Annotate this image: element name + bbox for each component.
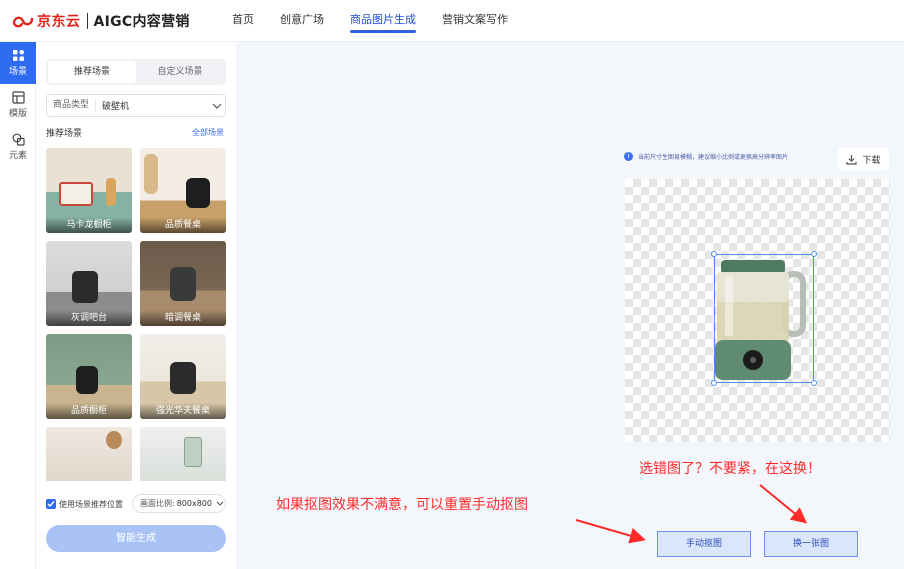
nav-marketing-copy[interactable]: 营销文案写作 (442, 0, 508, 42)
chevron-down-icon (209, 103, 225, 109)
resize-handle[interactable] (711, 380, 717, 386)
rail-label-scene: 场景 (8, 67, 27, 77)
nav-creative-square[interactable]: 创意广场 (280, 0, 324, 42)
appliance-shape (170, 267, 196, 301)
scene-tile[interactable]: 灰调吧台 (46, 241, 132, 326)
arrow-to-replace-image (759, 484, 808, 524)
left-rail: 场景 模版 元素 (0, 42, 36, 569)
arrow-to-manual-cutout (575, 519, 646, 544)
appliance-shape (184, 437, 202, 467)
info-icon: i (624, 152, 633, 161)
resize-handle[interactable] (711, 251, 717, 257)
scene-tile[interactable] (46, 427, 132, 481)
category-value: 破壁机 (102, 102, 130, 112)
rail-item-scene[interactable]: 场景 (0, 42, 36, 84)
resize-handle[interactable] (811, 251, 817, 257)
image-canvas[interactable] (625, 179, 890, 442)
use-scene-position-label: 使用场景推荐位置 (59, 499, 123, 509)
rail-item-element[interactable]: 元素 (0, 126, 36, 168)
scene-tile-label: 马卡龙橱柜 (46, 217, 132, 233)
top-header: 京东云 AIGC内容营销 首页 创意广场 商品图片生成 营销文案写作 (0, 0, 904, 42)
check-icon (47, 501, 55, 508)
manual-cutout-button[interactable]: 手动抠图 (657, 531, 751, 557)
all-scenes-link[interactable]: 全部场景 (192, 127, 224, 138)
download-button[interactable]: 下载 (838, 148, 889, 170)
use-scene-position-row[interactable]: 使用场景推荐位置 (46, 496, 123, 512)
appliance-shape (170, 362, 196, 394)
scene-panel: 推荐场景 自定义场景 商品类型 破壁机 推荐场景 全部场景 马卡龙橱柜 品质餐桌… (36, 42, 236, 569)
brand-name: 京东云 (37, 14, 81, 30)
jdcloud-logo-icon (12, 13, 34, 29)
scene-icon (12, 50, 24, 61)
scene-tile-label: 暗调餐桌 (140, 310, 226, 326)
element-icon (12, 133, 25, 146)
brand-divider (86, 13, 88, 29)
appliance-shape (76, 366, 98, 394)
recommended-scene-title: 推荐场景 (46, 129, 83, 139)
decor-shape (144, 154, 158, 194)
scene-tile-label: 品质餐桌 (140, 217, 226, 233)
cutout-selection-box[interactable] (711, 251, 817, 386)
chevron-down-icon (216, 501, 224, 506)
aspect-ratio-value: 800x800 (176, 499, 212, 508)
category-select[interactable]: 商品类型 破壁机 (46, 94, 226, 117)
manual-cutout-hint-annotation: 如果抠图效果不满意，可以重置手动抠图 (276, 497, 528, 513)
use-scene-position-checkbox[interactable] (46, 499, 56, 509)
scene-tile-label: 品质橱柜 (46, 403, 132, 419)
rail-label-template: 模版 (8, 109, 27, 119)
aspect-ratio-label: 画面比例: (140, 499, 175, 508)
scene-tile[interactable]: 品质餐桌 (140, 148, 226, 233)
scene-tile-label: 强光华夫餐桌 (140, 403, 226, 419)
template-icon (11, 91, 25, 104)
brand-logo[interactable]: 京东云 AIGC内容营销 (12, 10, 190, 32)
appliance-shape (72, 271, 98, 303)
resolution-notice: i 当前尺寸生图易模糊，建议缩小比例或更换高分辨率图片 (624, 152, 788, 161)
appliance-shape (59, 182, 93, 206)
nav-home[interactable]: 首页 (232, 0, 254, 42)
rail-item-template[interactable]: 模版 (0, 84, 36, 126)
aspect-ratio-select[interactable]: 画面比例: 800x800 (132, 494, 226, 513)
replace-hint-annotation: 选错图了？不要紧，在这换！ (639, 461, 821, 477)
resize-handle[interactable] (811, 380, 817, 386)
scene-tab-switch: 推荐场景 自定义场景 (46, 59, 226, 85)
download-icon (846, 154, 858, 165)
scene-tile[interactable]: 马卡龙橱柜 (46, 148, 132, 233)
scene-thumbnail (140, 427, 226, 481)
appliance-shape (186, 178, 210, 208)
scene-tile[interactable]: 暗调餐桌 (140, 241, 226, 326)
decor-shape (106, 431, 122, 449)
scene-tile[interactable]: 品质橱柜 (46, 334, 132, 419)
tab-recommended-scene[interactable]: 推荐场景 (48, 61, 136, 83)
scene-grid: 马卡龙橱柜 品质餐桌 灰调吧台 暗调餐桌 品质橱柜 强光华夫餐桌 (46, 148, 226, 481)
main-canvas-area: i 当前尺寸生图易模糊，建议缩小比例或更换高分辨率图片 下载 选错图了？不要紧，… (236, 42, 904, 569)
download-label: 下载 (862, 155, 881, 166)
scene-tile[interactable]: 强光华夫餐桌 (140, 334, 226, 419)
nav-product-image[interactable]: 商品图片生成 (350, 0, 416, 42)
category-label: 商品类型 (47, 99, 97, 112)
rail-label-element: 元素 (8, 151, 27, 161)
decor-shape (106, 178, 116, 206)
brand-product: AIGC内容营销 (93, 14, 190, 30)
scene-tile-label: 灰调吧台 (46, 310, 132, 326)
tab-custom-scene[interactable]: 自定义场景 (136, 61, 224, 83)
main-nav: 首页 创意广场 商品图片生成 营销文案写作 (232, 0, 534, 42)
resolution-notice-text: 当前尺寸生图易模糊，建议缩小比例或更换高分辨率图片 (638, 154, 789, 161)
scene-tile[interactable] (140, 427, 226, 481)
replace-image-button[interactable]: 换一张图 (764, 531, 858, 557)
smart-generate-button[interactable]: 智能生成 (46, 525, 226, 552)
